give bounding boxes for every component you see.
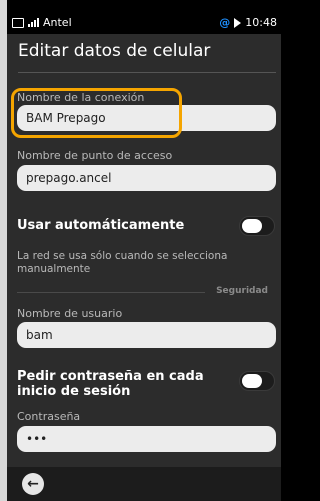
- ask-password-title: Pedir contraseña en cada inicio de sesió…: [17, 369, 204, 399]
- status-right: @ 10:48: [219, 16, 277, 29]
- password-field[interactable]: •••: [17, 426, 276, 452]
- at-icon: @: [219, 16, 231, 29]
- toggle-knob: [242, 219, 262, 233]
- device-edge: [0, 0, 7, 501]
- toggle-knob: [242, 374, 262, 388]
- title-divider: [18, 72, 276, 73]
- status-bar: Antel @ 10:48: [7, 12, 281, 34]
- username-field[interactable]: bam: [17, 322, 276, 348]
- auto-use-toggle[interactable]: [239, 216, 275, 236]
- highlight-box: [11, 88, 182, 138]
- phone-frame: Antel @ 10:48 Editar datos de celular No…: [0, 0, 281, 501]
- status-left: Antel: [12, 16, 72, 29]
- auto-use-title: Usar automáticamente: [17, 218, 185, 233]
- sim-icon: [12, 17, 24, 28]
- apn-label: Nombre de punto de acceso: [17, 149, 173, 162]
- security-section-label: Seguridad: [216, 286, 268, 296]
- back-button[interactable]: ←: [22, 473, 44, 495]
- auto-use-description: La red se usa sólo cuando se selecciona …: [17, 250, 228, 275]
- page-title: Editar datos de celular: [18, 41, 211, 61]
- username-label: Nombre de usuario: [17, 307, 123, 320]
- arrow-left-icon: ←: [27, 476, 39, 492]
- ask-password-toggle[interactable]: [239, 371, 275, 391]
- apn-field[interactable]: prepago.ancel: [17, 165, 276, 191]
- play-icon: [234, 17, 242, 28]
- signal-icon: [28, 18, 39, 27]
- clock: 10:48: [245, 16, 277, 29]
- carrier-name: Antel: [43, 16, 72, 29]
- password-label: Contraseña: [17, 410, 81, 423]
- security-divider: [17, 292, 205, 293]
- bottom-bar: [7, 467, 281, 501]
